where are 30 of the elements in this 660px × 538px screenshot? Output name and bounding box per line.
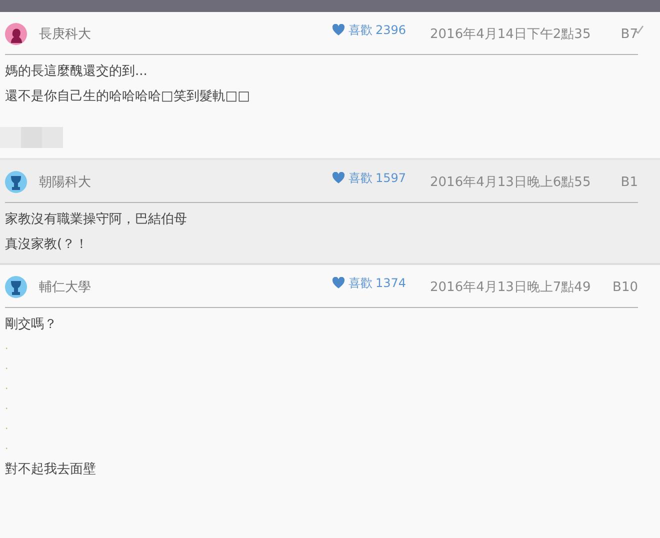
- comment-text: 媽的長這麼醜還交的到...: [5, 63, 148, 80]
- heart-icon: [332, 172, 346, 184]
- comment-text: 真沒家教(？！: [5, 236, 90, 253]
- author-name: 長庚科大: [39, 26, 92, 43]
- comment-text: 剛交嗎？: [5, 316, 58, 333]
- comment-text: 對不起我去面壁: [5, 461, 97, 478]
- floor-number: B1: [620, 174, 638, 190]
- comment-text: 還不是你自己生的哈哈哈哈□笑到髮軌□□: [5, 88, 251, 105]
- comment-text: .: [5, 421, 10, 433]
- post-date: 2016年4月13日晚上6點55: [430, 174, 592, 191]
- like-button[interactable]: 喜歡 1597: [332, 170, 406, 186]
- heart-icon: [332, 24, 346, 36]
- floor-number: B7: [610, 26, 638, 42]
- comment-text: .: [5, 381, 10, 393]
- comment-text: .: [5, 441, 10, 453]
- author-name: 輔仁大學: [39, 279, 92, 296]
- like-button[interactable]: 喜歡 1374: [332, 274, 406, 292]
- post-date: 2016年4月13日晚上7點49: [430, 279, 592, 296]
- heart-icon: [332, 277, 346, 289]
- comment-text: 家教沒有職業操守阿，巴結伯母: [5, 211, 188, 228]
- comment-text: .: [5, 401, 10, 413]
- like-button[interactable]: 喜歡 2396: [332, 22, 406, 38]
- floor-number: B10: [612, 280, 638, 294]
- post-date: 2016年4月14日下午2點35: [430, 26, 592, 43]
- avatar-icon: [5, 171, 27, 193]
- avatar-icon: [5, 276, 27, 298]
- comment-text: .: [5, 361, 10, 373]
- author-name: 朝陽科大: [39, 174, 92, 191]
- avatar-icon: [5, 23, 27, 45]
- comment-text: .: [5, 341, 10, 353]
